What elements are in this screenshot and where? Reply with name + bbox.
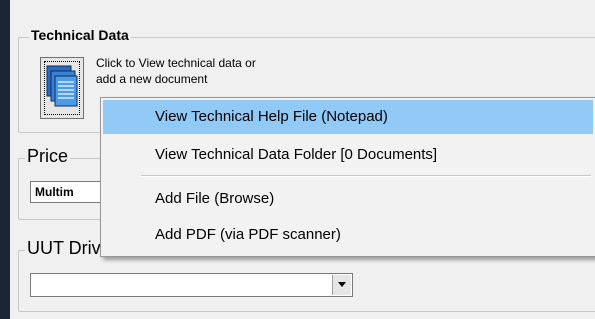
hint-line-2: add a new document [96,72,208,86]
hint-line-1: Click to View technical data or [96,56,256,70]
chevron-down-icon [338,282,346,287]
documents-icon [46,65,78,107]
price-title: Price [25,146,71,166]
menu-item-view-data-folder[interactable]: View Technical Data Folder [0 Documents] [103,138,593,172]
technical-data-button[interactable] [40,57,84,119]
menu-item-add-pdf[interactable]: Add PDF (via PDF scanner) [103,218,593,252]
menu-separator [141,175,591,177]
context-menu: View Technical Help File (Notepad) View … [100,97,595,257]
uut-driver-dropdown-button[interactable] [332,275,351,295]
menu-item-add-file[interactable]: Add File (Browse) [103,182,593,216]
uut-driver-dropdown[interactable] [30,273,353,297]
technical-data-hint: Click to View technical data or add a ne… [96,55,256,87]
technical-data-title: Technical Data [29,27,131,43]
price-value: Multim [35,185,74,199]
focus-rect [44,61,80,115]
menu-item-view-help-file[interactable]: View Technical Help File (Notepad) [103,100,593,134]
window-panel: Technical Data Click to View technical d… [10,0,595,319]
